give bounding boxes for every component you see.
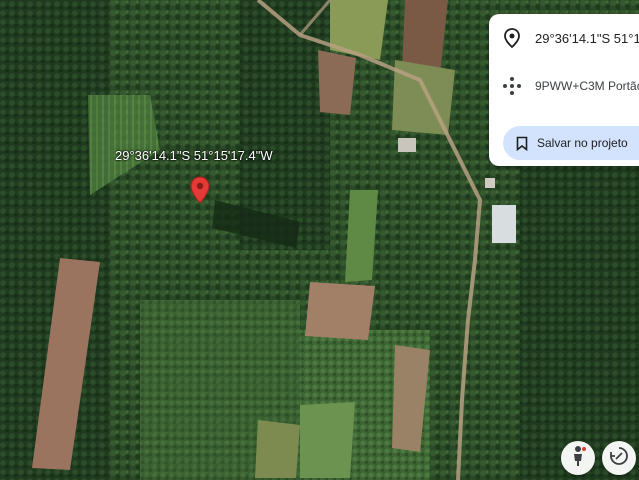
save-to-project-button[interactable]: Salvar no projeto [503,126,639,160]
street-view-button[interactable] [561,441,595,475]
place-info-panel: 29°36'14.1"S 51°1 9PWW+C3M Portão Salvar… [489,14,639,166]
rotate-map-button[interactable] [602,441,636,475]
save-button-label: Salvar no projeto [537,136,628,150]
location-pin-icon [489,28,535,48]
bookmark-icon [507,136,537,151]
plus-code-icon [489,76,535,96]
rotate-map-icon [609,446,629,471]
plus-code-row[interactable]: 9PWW+C3M Portão [489,66,639,106]
pin-coordinate-label: 29°36'14.1"S 51°15'17.4"W [115,148,273,163]
plus-code-text: 9PWW+C3M Portão [535,79,639,93]
coordinates-text: 29°36'14.1"S 51°1 [535,30,639,46]
coordinates-row[interactable]: 29°36'14.1"S 51°1 [489,18,639,58]
pegman-icon [568,445,588,472]
map-pin-icon[interactable] [190,176,210,204]
